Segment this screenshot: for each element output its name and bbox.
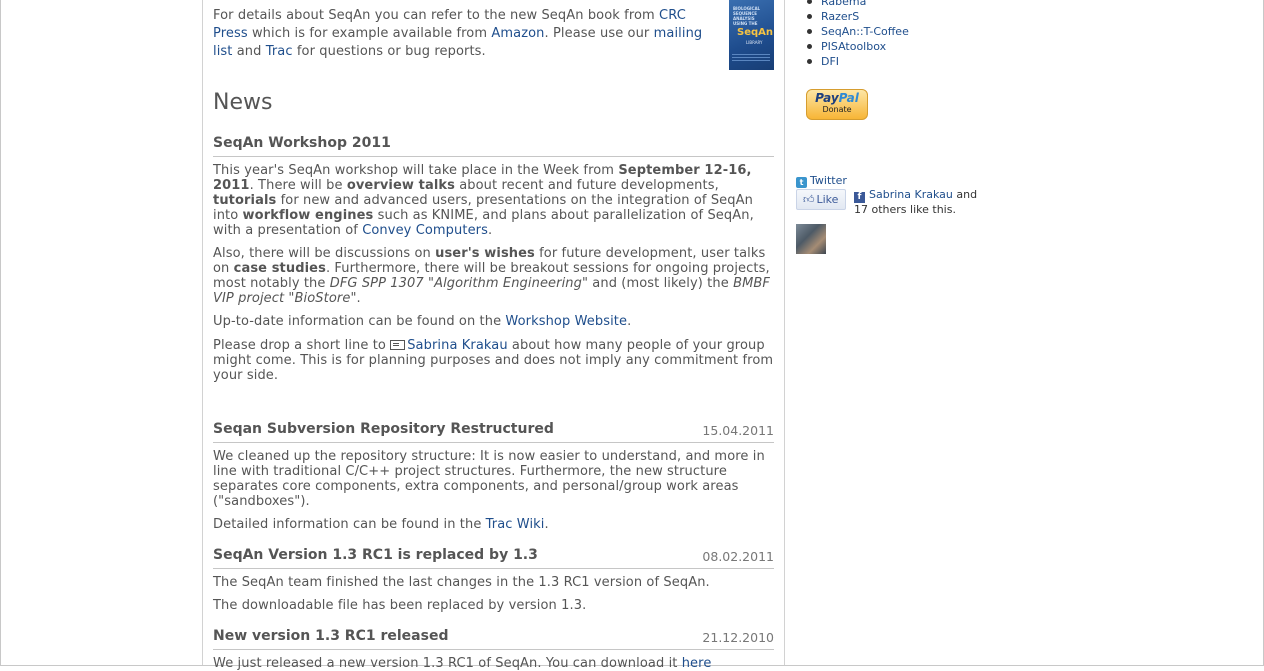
download-here-link[interactable]: here (682, 656, 712, 671)
paypal-donate-button[interactable]: PayPal Donate (806, 89, 868, 120)
book-logo: SeqAn (737, 27, 774, 38)
convey-computers-link[interactable]: Convey Computers (362, 223, 488, 238)
book-subtitle: LIBRARY (746, 40, 763, 45)
list-item: PISAtoolbox (807, 39, 909, 54)
paypal-logo: PayPal (815, 91, 859, 105)
intro-paragraph: For details about SeqAn you can refer to… (213, 8, 703, 59)
list-item: DFI (807, 54, 909, 69)
list-item: Rabema (807, 0, 909, 9)
v13-paragraph-1: The SeqAn team finished the last changes… (213, 575, 710, 590)
news-item-header: SeqAn Workshop 2011 (213, 135, 774, 157)
twitter-link-wrap: t Twitter (796, 174, 847, 188)
news-item-header: SeqAn Version 1.3 RC1 is replaced by 1.3… (213, 547, 774, 569)
svn-paragraph-1: We cleaned up the repository structure: … (213, 449, 765, 509)
main-column-right-border (784, 0, 785, 665)
news-heading: News (213, 90, 273, 115)
facebook-friend-link[interactable]: Sabrina Krakau (869, 188, 953, 201)
project-link-dfi[interactable]: DFI (821, 55, 839, 68)
news-item-header: New version 1.3 RC1 released 21.12.2010 (213, 628, 774, 650)
project-link-razers[interactable]: RazerS (821, 10, 859, 23)
news-item-body: We cleaned up the repository structure: … (213, 449, 774, 532)
amazon-link[interactable]: Amazon (491, 26, 544, 41)
rc1-paragraph-1: We just released a new version 1.3 RC1 o… (213, 656, 712, 671)
thumbs-up-icon: 👍︎ (803, 193, 815, 206)
list-item: RazerS (807, 9, 909, 24)
twitter-link[interactable]: Twitter (810, 174, 847, 187)
news-item-title: Seqan Subversion Repository Restructured (213, 421, 554, 437)
facebook-icon: f (854, 192, 865, 203)
workshop-paragraph-2: Also, there will be discussions on user'… (213, 246, 770, 306)
book-author-lines (732, 54, 770, 62)
facebook-like-button[interactable]: 👍︎ Like (796, 189, 846, 210)
news-item-title: SeqAn Version 1.3 RC1 is replaced by 1.3 (213, 547, 538, 563)
news-item-body: This year's SeqAn workshop will take pla… (213, 163, 774, 383)
workshop-website-link[interactable]: Workshop Website (505, 314, 627, 329)
list-item: SeqAn::T-Coffee (807, 24, 909, 39)
sabrina-krakau-email-link[interactable]: Sabrina Krakau (407, 338, 508, 353)
projects-list: Rabema RazerS SeqAn::T-Coffee PISAtoolbo… (807, 0, 909, 69)
trac-wiki-link[interactable]: Trac Wiki (486, 517, 545, 532)
like-label: Like (816, 193, 839, 206)
workshop-paragraph-4: Please drop a short line to Sabrina Krak… (213, 338, 774, 383)
svn-paragraph-2: Detailed information can be found in the… (213, 517, 549, 532)
mail-icon (390, 340, 406, 350)
news-item-body: We just released a new version 1.3 RC1 o… (213, 656, 774, 671)
book-title: BIOLOGICAL SEQUENCE ANALYSIS USING THE (733, 6, 761, 26)
news-item-date: 21.12.2010 (702, 630, 774, 645)
news-item-title: New version 1.3 RC1 released (213, 628, 449, 644)
project-link-rabema[interactable]: Rabema (821, 0, 866, 8)
project-link-tcoffee[interactable]: SeqAn::T-Coffee (821, 25, 909, 38)
project-link-pisatoolbox[interactable]: PISAtoolbox (821, 40, 886, 53)
news-item-title: SeqAn Workshop 2011 (213, 135, 391, 151)
facebook-like-summary: f Sabrina Krakau and 17 others like this. (854, 188, 978, 216)
news-item-date: 15.04.2011 (702, 423, 774, 438)
v13-paragraph-2: The downloadable file has been replaced … (213, 598, 587, 613)
workshop-paragraph-1: This year's SeqAn workshop will take pla… (213, 163, 754, 238)
seqan-book-cover[interactable]: BIOLOGICAL SEQUENCE ANALYSIS USING THE S… (729, 0, 774, 70)
twitter-icon: t (796, 177, 807, 188)
workshop-paragraph-3: Up-to-date information can be found on t… (213, 314, 632, 329)
news-item-body: The SeqAn team finished the last changes… (213, 575, 774, 613)
main-column-left-border (202, 0, 203, 665)
news-item-header: Seqan Subversion Repository Restructured… (213, 421, 774, 443)
donate-label: Donate (822, 105, 852, 114)
trac-link[interactable]: Trac (266, 44, 293, 59)
avatar[interactable] (796, 224, 826, 254)
news-item-date: 08.02.2011 (702, 549, 774, 564)
